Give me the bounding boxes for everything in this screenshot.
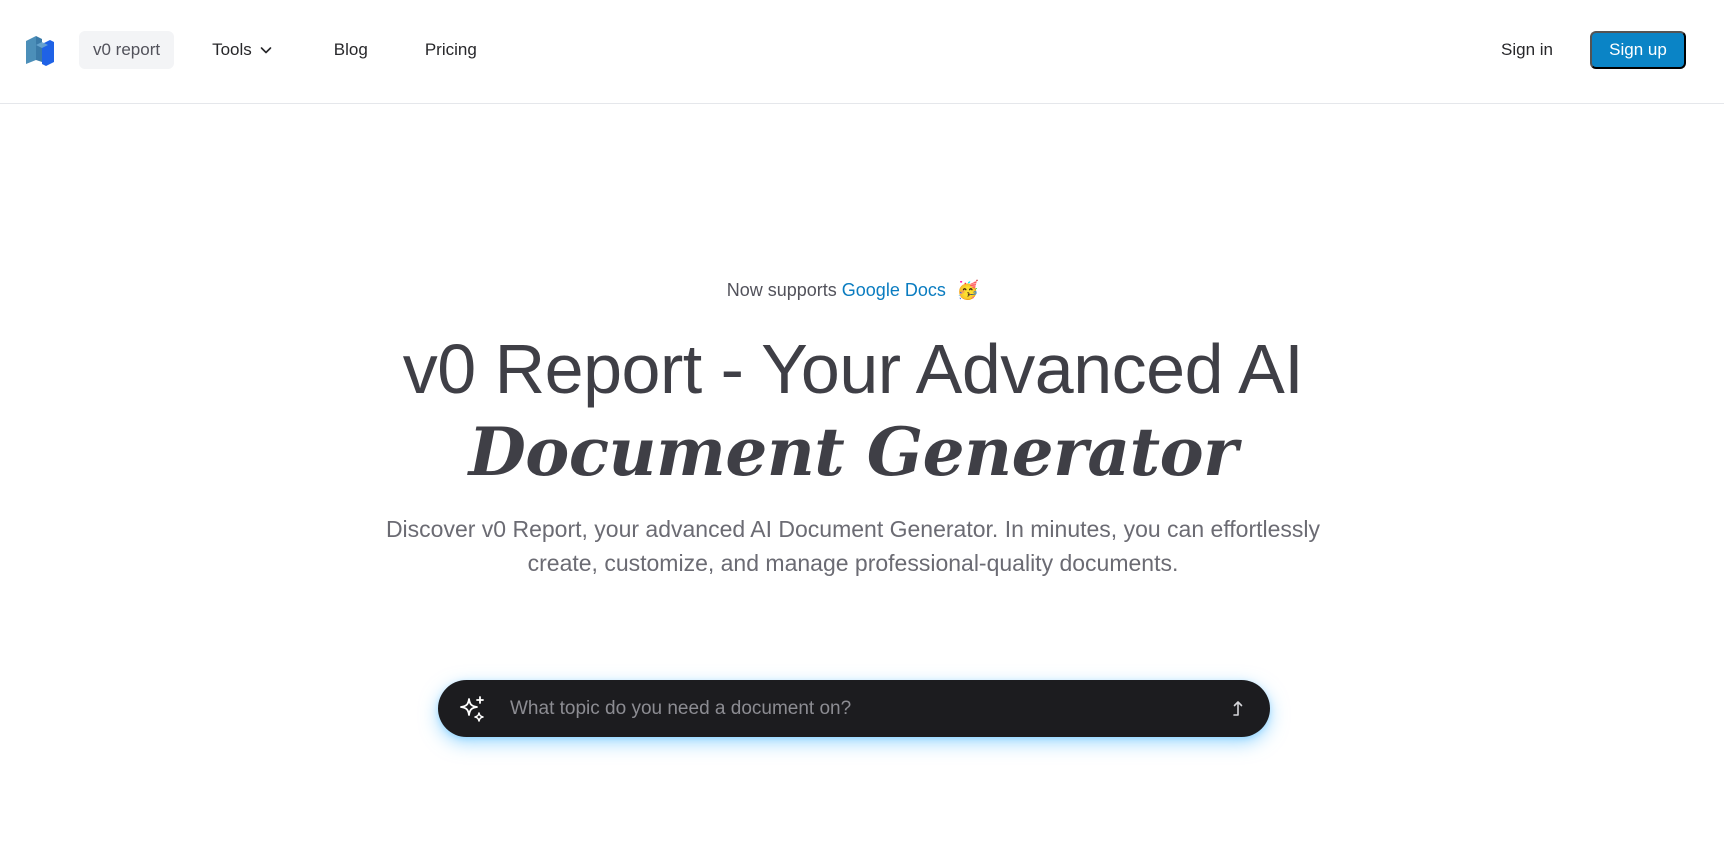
sparkles-icon — [458, 694, 488, 724]
sign-up-button[interactable]: Sign up — [1590, 31, 1686, 69]
party-emoji-icon: 🥳 — [956, 280, 980, 300]
topic-input[interactable] — [510, 680, 1190, 737]
hero-title-line1: v0 Report - Your Advanced AI — [402, 330, 1304, 408]
announcement-line: Now supports Google Docs 🥳 — [0, 270, 1706, 310]
document-prompt-bar — [438, 680, 1270, 737]
nav-tools-dropdown[interactable]: Tools — [212, 31, 274, 69]
hero-title-line2: Document Generator — [468, 413, 1238, 491]
nav-pricing-link[interactable]: Pricing — [425, 31, 477, 69]
announcement-prefix: Now supports — [726, 280, 837, 300]
main-nav: v0 report Tools Blog Pricing — [79, 31, 477, 69]
google-docs-link[interactable]: Google Docs — [842, 280, 946, 300]
hero-description: Discover v0 Report, your advanced AI Doc… — [385, 516, 1321, 576]
site-header: v0 report Tools Blog Pricing Sign in Sig… — [0, 0, 1724, 104]
stacked-blocks-logo-icon — [26, 36, 54, 66]
nav-tools-label: Tools — [212, 40, 252, 59]
nav-home-link[interactable]: v0 report — [79, 31, 175, 69]
chevron-down-icon — [258, 42, 274, 58]
nav-blog-link[interactable]: Blog — [334, 31, 368, 69]
hero-section: Now supports Google Docs 🥳 v0 Report - Y… — [0, 270, 1706, 580]
submit-arrow-icon[interactable] — [1228, 697, 1250, 719]
sign-in-link[interactable]: Sign in — [1501, 31, 1553, 69]
logo-icon[interactable] — [24, 33, 58, 67]
